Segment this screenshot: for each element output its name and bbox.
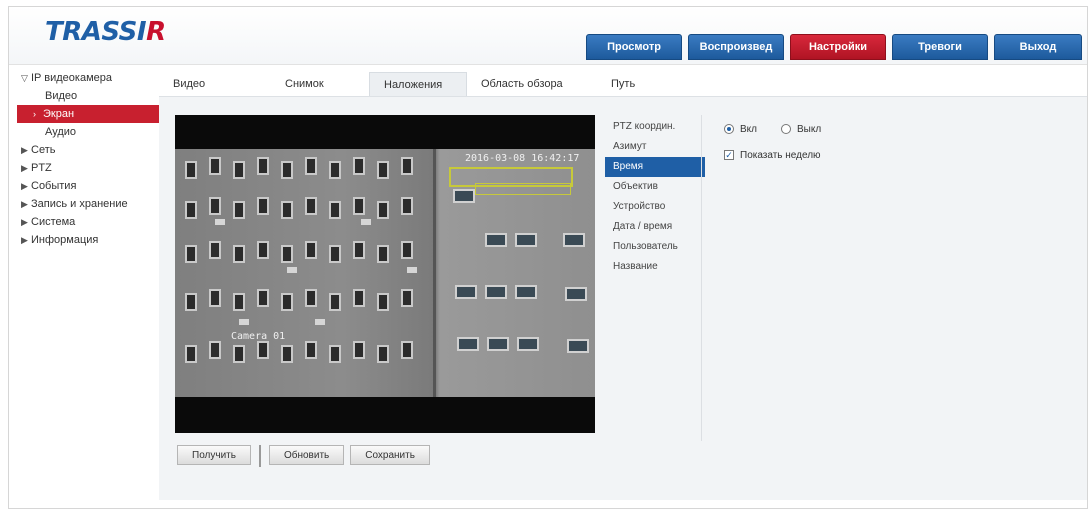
sidebar-item-label: Сеть — [31, 144, 56, 156]
expand-down-icon: ▽ — [21, 73, 28, 83]
time-overlay-options: Вкл Выкл ✓ Показать неделю — [724, 119, 821, 171]
submenu-item-user[interactable]: Пользователь — [605, 237, 705, 257]
sidebar: ▽ IP видеокамера Видео › Экран Аудио ▶ Сеть… — [17, 69, 167, 249]
expand-right-icon: ▶ — [21, 163, 28, 173]
sidebar-item-network[interactable]: ▶ Сеть — [17, 141, 167, 159]
app-window: TRASSIR Просмотр Воспроизвед Настройки Т… — [8, 6, 1088, 509]
sidebar-item-label: PTZ — [31, 162, 52, 174]
sidebar-item-label: Система — [31, 216, 76, 228]
sidebar-item-ip-camera[interactable]: ▽ IP видеокамера — [17, 69, 167, 87]
refresh-button[interactable]: Обновить — [268, 445, 345, 465]
trassir-logo: TRASSIR — [45, 17, 166, 47]
nav-view-button[interactable]: Просмотр — [586, 34, 682, 60]
radio-off-label: Выкл — [797, 123, 822, 135]
submenu-item-time[interactable]: Время — [605, 157, 705, 177]
button-separator — [258, 445, 261, 467]
sidebar-item-events[interactable]: ▶ События — [17, 177, 167, 195]
logo-accent: R — [146, 17, 166, 47]
submenu-item-ptz-coords[interactable]: PTZ координ. — [605, 117, 705, 137]
radio-off[interactable] — [781, 124, 791, 134]
video-preview: 2016-03-08 16:42:17 Camera 01 — [175, 115, 595, 433]
nav-playback-button[interactable]: Воспроизвед — [688, 34, 784, 60]
nav-exit-button[interactable]: Выход — [994, 34, 1082, 60]
top-navigation: Просмотр Воспроизвед Настройки Тревоги В… — [586, 34, 1082, 60]
sidebar-item-ptz[interactable]: ▶ PTZ — [17, 159, 167, 177]
expand-right-icon: ▶ — [21, 235, 28, 245]
sidebar-item-storage[interactable]: ▶ Запись и хранение — [17, 195, 167, 213]
overlay-submenu: PTZ координ. Азимут Время Объектив Устро… — [605, 117, 705, 277]
sidebar-item-information[interactable]: ▶ Информация — [17, 231, 167, 249]
enable-radio-group: Вкл Выкл — [724, 119, 821, 139]
chevron-right-icon: › — [33, 109, 36, 119]
sidebar-item-label: Экран — [43, 108, 75, 120]
show-week-checkbox[interactable]: ✓ — [724, 150, 734, 160]
nav-alarms-button[interactable]: Тревоги — [892, 34, 988, 60]
expand-right-icon: ▶ — [21, 199, 28, 209]
submenu-item-title[interactable]: Название — [605, 257, 705, 277]
sidebar-item-screen[interactable]: › Экран — [17, 105, 167, 123]
sidebar-item-label: Информация — [31, 234, 99, 246]
sidebar-item-label: Аудио — [45, 126, 77, 138]
sidebar-item-system[interactable]: ▶ Система — [17, 213, 167, 231]
expand-right-icon: ▶ — [21, 217, 28, 227]
show-week-row: ✓ Показать неделю — [724, 145, 821, 165]
sidebar-item-label: Запись и хранение — [31, 198, 128, 210]
header: TRASSIR Просмотр Воспроизвед Настройки Т… — [9, 7, 1087, 65]
submenu-divider — [701, 115, 702, 441]
logo-main: TRASSI — [45, 17, 147, 47]
tab-overlays[interactable]: Наложения — [369, 72, 467, 96]
radio-on[interactable] — [724, 124, 734, 134]
tab-view-area[interactable]: Область обзора — [467, 72, 597, 96]
radio-on-label: Вкл — [740, 123, 757, 135]
sidebar-item-label: IP видеокамера — [31, 72, 112, 84]
nav-settings-button[interactable]: Настройки — [790, 34, 886, 60]
submenu-item-datetime[interactable]: Дата / время — [605, 217, 705, 237]
tab-snapshot[interactable]: Снимок — [271, 72, 369, 96]
osd-camera-name: Camera 01 — [231, 331, 286, 342]
osd-timestamp: 2016-03-08 16:42:17 — [465, 153, 580, 164]
content-tabs: Видео Снимок Наложения Область обзора Пу… — [159, 72, 667, 96]
show-week-label: Показать неделю — [740, 149, 821, 161]
settings-panel: 2016-03-08 16:42:17 Camera 01 Получить О… — [159, 96, 1087, 500]
sidebar-item-label: События — [31, 180, 77, 192]
sidebar-item-label: Видео — [45, 90, 78, 102]
tab-video[interactable]: Видео — [159, 72, 271, 96]
expand-right-icon: ▶ — [21, 181, 28, 191]
submenu-item-lens[interactable]: Объектив — [605, 177, 705, 197]
video-button-row: Получить Обновить Сохранить — [177, 445, 430, 467]
expand-right-icon: ▶ — [21, 145, 28, 155]
osd-week-region[interactable] — [475, 183, 571, 195]
save-button[interactable]: Сохранить — [350, 445, 430, 465]
submenu-item-azimuth[interactable]: Азимут — [605, 137, 705, 157]
submenu-item-device[interactable]: Устройство — [605, 197, 705, 217]
get-button[interactable]: Получить — [177, 445, 251, 465]
camera-scene: 2016-03-08 16:42:17 Camera 01 — [175, 149, 595, 397]
tab-path[interactable]: Путь — [597, 72, 667, 96]
sidebar-item-audio[interactable]: Аудио — [17, 123, 167, 141]
sidebar-item-video[interactable]: Видео — [17, 87, 167, 105]
